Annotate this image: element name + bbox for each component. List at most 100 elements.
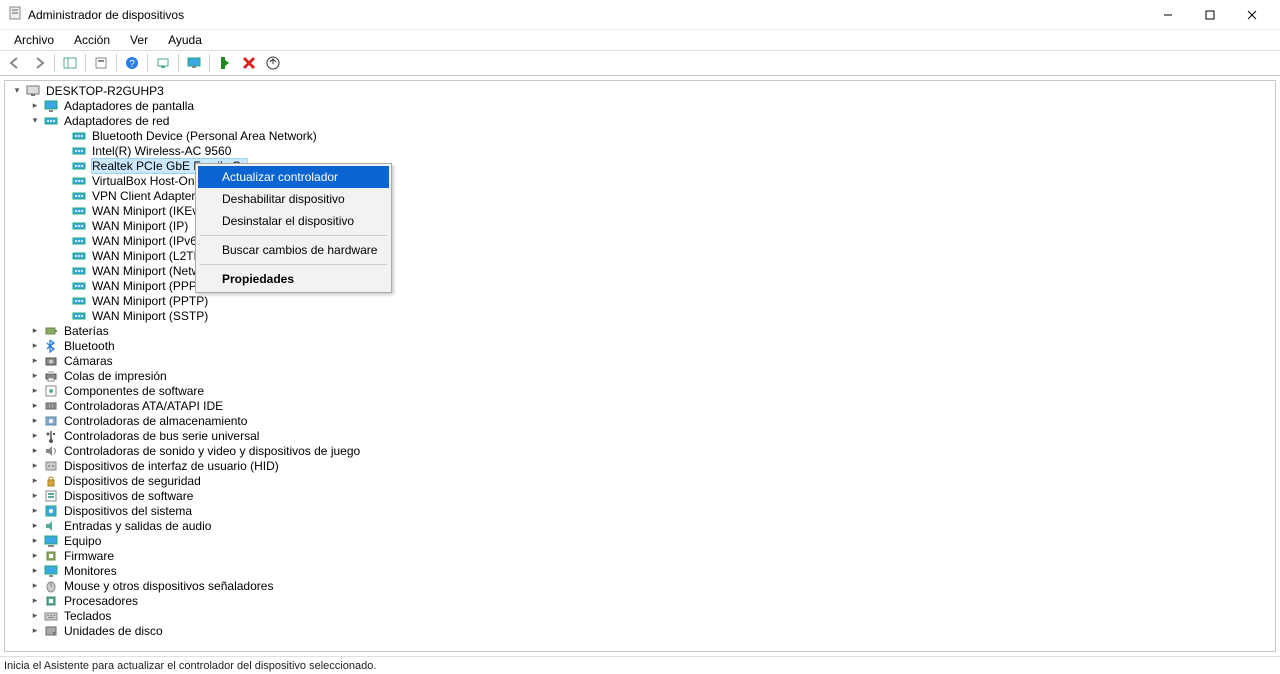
- tree-category[interactable]: ▸ Mouse y otros dispositivos señaladores: [9, 578, 1271, 593]
- tree-category-label: Unidades de disco: [63, 624, 164, 638]
- enable-device-icon[interactable]: [214, 52, 236, 74]
- sound-icon: [43, 443, 59, 459]
- tree-category-label: Controladoras de almacenamiento: [63, 414, 248, 428]
- show-hide-console-icon[interactable]: [59, 52, 81, 74]
- chevron-right-icon[interactable]: ▸: [29, 415, 41, 427]
- chevron-right-icon[interactable]: ▸: [29, 430, 41, 442]
- tree-device[interactable]: WAN Miniport (PPTP): [9, 293, 1271, 308]
- disable-device-icon[interactable]: [238, 52, 260, 74]
- tree-category-label: Firmware: [63, 549, 115, 563]
- software2-icon: [43, 488, 59, 504]
- menu-archivo[interactable]: Archivo: [4, 31, 64, 49]
- network-adapter-icon: [71, 158, 87, 174]
- chevron-right-icon[interactable]: ▸: [29, 385, 41, 397]
- tree-device[interactable]: Bluetooth Device (Personal Area Network): [9, 128, 1271, 143]
- tree-category[interactable]: ▸Dispositivos del sistema: [9, 503, 1271, 518]
- tree-category[interactable]: ▸Entradas y salidas de audio: [9, 518, 1271, 533]
- context-menu-item[interactable]: Deshabilitar dispositivo: [198, 188, 389, 210]
- chevron-right-icon[interactable]: ▸: [29, 505, 41, 517]
- tree-category[interactable]: ▸ Teclados: [9, 608, 1271, 623]
- tree-root[interactable]: ▾DESKTOP-R2GUHP3: [9, 83, 1271, 98]
- tree-device-label: WAN Miniport (PPTP): [91, 294, 209, 308]
- forward-icon[interactable]: [28, 52, 50, 74]
- context-menu-item[interactable]: Actualizar controlador: [198, 166, 389, 188]
- chevron-down-icon[interactable]: ▾: [11, 85, 23, 97]
- tree-category[interactable]: ▸Dispositivos de software: [9, 488, 1271, 503]
- tree-category[interactable]: ▸Equipo: [9, 533, 1271, 548]
- tree-category[interactable]: ▸Componentes de software: [9, 383, 1271, 398]
- uninstall-device-icon[interactable]: [262, 52, 284, 74]
- context-menu-item[interactable]: Buscar cambios de hardware: [198, 239, 389, 261]
- chevron-right-icon[interactable]: ▸: [29, 460, 41, 472]
- update-driver-monitor-icon[interactable]: [183, 52, 205, 74]
- maximize-button[interactable]: [1190, 1, 1230, 29]
- chevron-right-icon[interactable]: ▸: [29, 100, 41, 112]
- menu-ayuda[interactable]: Ayuda: [158, 31, 212, 49]
- properties-icon[interactable]: [90, 52, 112, 74]
- context-menu-item[interactable]: Desinstalar el dispositivo: [198, 210, 389, 232]
- tree-category[interactable]: ▸Bluetooth: [9, 338, 1271, 353]
- tree-category-label: Adaptadores de pantalla: [63, 99, 195, 113]
- minimize-button[interactable]: [1148, 1, 1188, 29]
- tree-category[interactable]: ▸Controladoras de bus serie universal: [9, 428, 1271, 443]
- tree-category[interactable]: ▸ Controladoras de almacenamiento: [9, 413, 1271, 428]
- context-menu-item[interactable]: Propiedades: [198, 268, 389, 290]
- chevron-right-icon[interactable]: ▸: [29, 595, 41, 607]
- chevron-right-icon[interactable]: ▸: [29, 325, 41, 337]
- network-adapter-icon: [71, 218, 87, 234]
- menu-ver[interactable]: Ver: [120, 31, 158, 49]
- tree-category[interactable]: ▸ Firmware: [9, 548, 1271, 563]
- tree-category[interactable]: ▸ Monitores: [9, 563, 1271, 578]
- tree-category[interactable]: ▸ Unidades de disco: [9, 623, 1271, 638]
- chevron-right-icon[interactable]: ▸: [29, 445, 41, 457]
- tree-category[interactable]: ▸Controladoras de sonido y video y dispo…: [9, 443, 1271, 458]
- window-controls: [1148, 1, 1272, 29]
- toolbar-sep: [85, 54, 86, 72]
- tree-category[interactable]: ▾Adaptadores de red: [9, 113, 1271, 128]
- tree-category[interactable]: ▸Controladoras ATA/ATAPI IDE: [9, 398, 1271, 413]
- chevron-right-icon[interactable]: ▸: [29, 580, 41, 592]
- help-icon[interactable]: ?: [121, 52, 143, 74]
- titlebar: Administrador de dispositivos: [0, 0, 1280, 30]
- chevron-right-icon[interactable]: ▸: [29, 625, 41, 637]
- chevron-right-icon[interactable]: ▸: [29, 355, 41, 367]
- chevron-right-icon[interactable]: ▸: [29, 475, 41, 487]
- device-tree[interactable]: ▾DESKTOP-R2GUHP3 ▸ Adaptadores de pantalla…: [4, 80, 1276, 652]
- tree-category[interactable]: ▸Colas de impresión: [9, 368, 1271, 383]
- menu-accion[interactable]: Acción: [64, 31, 120, 49]
- tree-category[interactable]: ▸Procesadores: [9, 593, 1271, 608]
- tree-category[interactable]: ▸Dispositivos de seguridad: [9, 473, 1271, 488]
- tree-category-label: Teclados: [63, 609, 112, 623]
- chevron-right-icon[interactable]: ▸: [29, 340, 41, 352]
- chevron-right-icon[interactable]: ▸: [29, 610, 41, 622]
- tree-device[interactable]: WAN Miniport (SSTP): [9, 308, 1271, 323]
- computer-icon: [25, 83, 41, 99]
- chevron-down-icon[interactable]: ▾: [29, 115, 41, 127]
- chevron-right-icon[interactable]: ▸: [29, 550, 41, 562]
- tree-category-label: Mouse y otros dispositivos señaladores: [63, 579, 274, 593]
- keyboard-icon: [43, 608, 59, 624]
- tree-device-label: Bluetooth Device (Personal Area Network): [91, 129, 318, 143]
- chevron-right-icon[interactable]: ▸: [29, 565, 41, 577]
- tree-category[interactable]: ▸ Adaptadores de pantalla: [9, 98, 1271, 113]
- network-adapter-icon: [71, 308, 87, 324]
- close-button[interactable]: [1232, 1, 1272, 29]
- back-icon[interactable]: [4, 52, 26, 74]
- tree-device-label: WAN Miniport (IKEv2): [91, 204, 210, 218]
- hid-icon: [43, 458, 59, 474]
- tree-category[interactable]: ▸Baterías: [9, 323, 1271, 338]
- scan-hardware-icon[interactable]: [152, 52, 174, 74]
- tree-category[interactable]: ▸Cámaras: [9, 353, 1271, 368]
- tree-device-label: WAN Miniport (IP): [91, 219, 189, 233]
- tree-category-label: Monitores: [63, 564, 118, 578]
- tree-device[interactable]: Intel(R) Wireless-AC 9560: [9, 143, 1271, 158]
- chevron-right-icon[interactable]: ▸: [29, 535, 41, 547]
- chevron-right-icon[interactable]: ▸: [29, 490, 41, 502]
- svg-text:?: ?: [129, 59, 135, 70]
- chevron-right-icon[interactable]: ▸: [29, 370, 41, 382]
- tree-category[interactable]: ▸Dispositivos de interfaz de usuario (HI…: [9, 458, 1271, 473]
- chevron-right-icon[interactable]: ▸: [29, 520, 41, 532]
- audio-icon: [43, 518, 59, 534]
- chevron-right-icon[interactable]: ▸: [29, 400, 41, 412]
- system-icon: [43, 503, 59, 519]
